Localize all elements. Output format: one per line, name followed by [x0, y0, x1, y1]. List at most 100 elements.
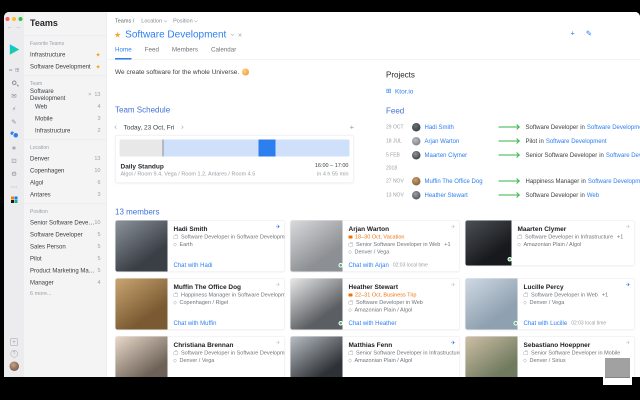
- member-photo[interactable]: [115, 220, 168, 272]
- member-photo[interactable]: [290, 278, 343, 330]
- zoom-window-button[interactable]: [18, 17, 23, 21]
- sidebar-item-mobile[interactable]: Mobile 3: [24, 113, 107, 125]
- prev-day-icon[interactable]: [114, 125, 119, 130]
- member-card[interactable]: Christiana Brennan Software Developer in…: [115, 336, 285, 377]
- chat-link[interactable]: Chat with Muffin: [174, 320, 217, 327]
- member-badge-icon[interactable]: ✈: [626, 282, 631, 288]
- sidebar-item-pilot[interactable]: Pilot 5: [24, 253, 107, 265]
- back-icon[interactable]: ←: [7, 24, 13, 30]
- member-photo[interactable]: [290, 336, 343, 377]
- favorite-star-icon[interactable]: ★: [96, 51, 101, 58]
- add-icon[interactable]: +: [10, 338, 18, 346]
- sidebar-item-infrastructure-fav[interactable]: Infrastructure ★: [24, 49, 107, 61]
- sidebar-item-sales-person[interactable]: Sales Person 5: [24, 241, 107, 253]
- sidebar-item-product-marketing-manager[interactable]: Product Marketing Manager 5: [24, 265, 107, 277]
- member-badge-icon[interactable]: ✈: [451, 282, 456, 288]
- teams-icon[interactable]: [10, 131, 18, 138]
- integrations-icon[interactable]: ∗: [4, 141, 24, 154]
- feed-member-link[interactable]: Hadi Smith: [425, 124, 499, 131]
- feed-member-link[interactable]: Maarten Clymer: [425, 152, 499, 159]
- sidebar-item-denver[interactable]: Denver 13: [24, 153, 107, 165]
- settings-gear-icon[interactable]: ⚙: [4, 167, 24, 180]
- feed-member-link[interactable]: Heather Stewart: [425, 192, 499, 199]
- help-icon[interactable]: ?: [10, 350, 18, 358]
- member-badge-icon[interactable]: ✈: [451, 224, 456, 230]
- sidebar-item-senior-software-developer[interactable]: Senior Software Developer 10: [24, 217, 107, 229]
- member-photo[interactable]: [290, 220, 343, 272]
- sidebar-item-algol[interactable]: Algol 6: [24, 177, 107, 189]
- member-badge-icon[interactable]: ✈: [626, 340, 631, 346]
- show-more-link[interactable]: 6 more...: [24, 289, 107, 299]
- window-controls[interactable]: [5, 17, 23, 21]
- edit-button[interactable]: ✎: [586, 29, 592, 39]
- boards-icon[interactable]: ⊡: [4, 154, 24, 167]
- schedule-date-label[interactable]: Today, 23 Oct, Fri: [124, 124, 175, 132]
- project-link-ktor[interactable]: ⊞ Ktor.io: [386, 87, 413, 95]
- member-card[interactable]: Maarten Clymer Software Developer in Inf…: [465, 220, 635, 266]
- add-button[interactable]: +: [570, 29, 574, 38]
- member-badge-icon[interactable]: ✈: [276, 224, 281, 230]
- feed-member-link[interactable]: Muffin The Office Dog: [425, 178, 499, 185]
- chat-link[interactable]: Chat with Hadi: [174, 262, 213, 269]
- position-filter-dropdown[interactable]: Position: [173, 18, 198, 24]
- popout-icon[interactable]: ⊞: [15, 67, 19, 73]
- jetbrains-apps-icon[interactable]: [10, 196, 18, 203]
- space-logo-icon[interactable]: [9, 44, 20, 55]
- avatar[interactable]: [412, 150, 421, 160]
- search-icon[interactable]: [11, 80, 17, 85]
- avatar[interactable]: [412, 136, 421, 146]
- member-photo[interactable]: [465, 336, 518, 377]
- sidebar-item-software-development-fav[interactable]: Software Development ★: [24, 61, 107, 73]
- sidebar-item-team-selected[interactable]: Software Development × 13: [24, 88, 107, 102]
- member-card[interactable]: Hadi Smith Software Developer in Softwar…: [115, 220, 285, 272]
- avatar[interactable]: [412, 122, 421, 132]
- member-card[interactable]: Heather Stewart 22–31 Oct, Business Trip…: [290, 278, 460, 330]
- timeline-event-block[interactable]: [258, 139, 276, 157]
- schedule-event-card[interactable]: Daily Standup 16:00 – 17:00 Algol / Room…: [115, 135, 354, 183]
- avatar[interactable]: [412, 190, 421, 200]
- member-photo[interactable]: [465, 278, 518, 330]
- member-photo[interactable]: [115, 336, 168, 377]
- member-card[interactable]: Arjan Warton 18–30 Oct, Vacation Senior …: [290, 220, 460, 272]
- member-photo[interactable]: [465, 220, 512, 266]
- next-day-icon[interactable]: [179, 125, 184, 130]
- member-badge-icon[interactable]: ✈: [451, 340, 456, 346]
- feed-team-link[interactable]: Software Development: [606, 152, 640, 159]
- breadcrumb-teams[interactable]: Teams /: [115, 18, 134, 24]
- messages-icon[interactable]: ✉: [4, 89, 24, 102]
- tools-icon[interactable]: ✎: [4, 115, 24, 128]
- chat-link[interactable]: Chat with Heather: [349, 320, 397, 327]
- tab-feed[interactable]: Feed: [145, 46, 159, 60]
- title-dropdown-icon[interactable]: [230, 32, 235, 36]
- member-card[interactable]: Muffin The Office Dog Happiness Manager …: [115, 278, 285, 330]
- add-event-icon[interactable]: +: [350, 123, 354, 132]
- sidebar-item-copenhagen[interactable]: Copenhagen 10: [24, 165, 107, 177]
- clear-filter-icon[interactable]: ×: [88, 92, 91, 98]
- sidebar-item-infrastructure[interactable]: Infrastructure 2: [24, 125, 107, 137]
- team-favorite-star-icon[interactable]: ★: [114, 30, 121, 40]
- feed-team-link[interactable]: Web: [587, 192, 599, 199]
- member-card[interactable]: Lucille Percy Software Developer in Web +…: [465, 278, 635, 330]
- member-badge-icon[interactable]: ✈: [626, 224, 631, 230]
- sidebar-item-manager[interactable]: Manager 4: [24, 277, 107, 289]
- member-badge-icon[interactable]: ✈: [276, 340, 281, 346]
- favorite-star-icon[interactable]: ★: [96, 63, 101, 70]
- user-avatar[interactable]: [9, 361, 19, 371]
- forward-icon[interactable]: →: [16, 24, 22, 30]
- avatar[interactable]: [412, 176, 421, 186]
- member-badge-icon[interactable]: ✈: [276, 282, 281, 288]
- sidebar-item-web[interactable]: Web 4: [24, 101, 107, 113]
- tab-members[interactable]: Members: [172, 46, 198, 60]
- tab-home[interactable]: Home: [115, 46, 132, 60]
- sidebar-item-antares[interactable]: Antares 3: [24, 189, 107, 201]
- feed-team-link[interactable]: Software Development: [587, 124, 640, 131]
- chat-link[interactable]: Chat with Arjan: [349, 262, 389, 269]
- member-card[interactable]: Matthias Fenn Senior Software Developer …: [290, 336, 460, 377]
- location-filter-dropdown[interactable]: Location: [141, 18, 168, 24]
- sidebar-item-software-developer[interactable]: Software Developer 5: [24, 229, 107, 241]
- feed-team-link[interactable]: Software Development: [588, 178, 640, 185]
- member-photo[interactable]: [115, 278, 168, 330]
- close-window-button[interactable]: [5, 17, 10, 21]
- more-icon[interactable]: ⋯: [4, 180, 24, 193]
- chat-link[interactable]: Chat with Lucille: [524, 320, 568, 327]
